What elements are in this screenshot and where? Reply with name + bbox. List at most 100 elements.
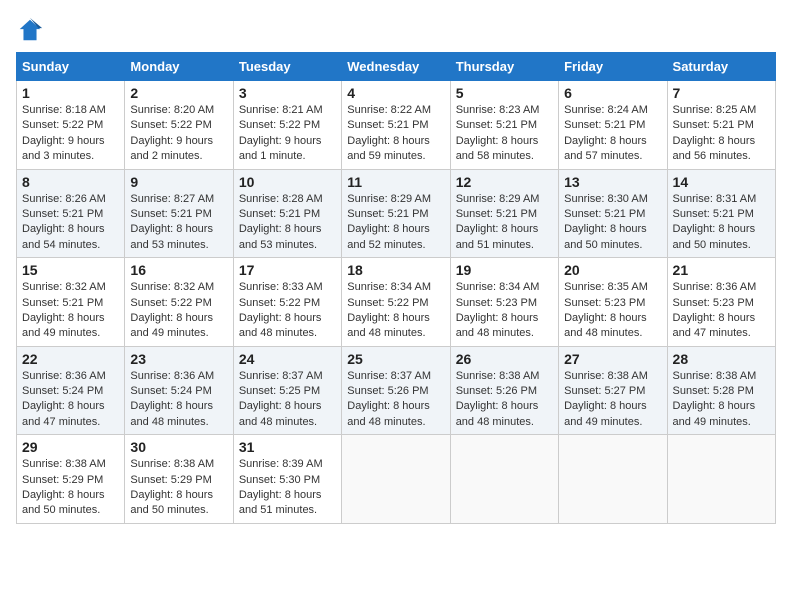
day-number: 20 <box>564 262 661 278</box>
day-number: 28 <box>673 351 770 367</box>
day-number: 21 <box>673 262 770 278</box>
sunset-label: Sunset: 5:23 PM <box>673 297 754 309</box>
day-number: 18 <box>347 262 444 278</box>
sunset-label: Sunset: 5:22 PM <box>347 297 428 309</box>
week-row-4: 22 Sunrise: 8:36 AM Sunset: 5:24 PM Dayl… <box>17 346 776 435</box>
daylight-label: Daylight: 8 hours and 48 minutes. <box>347 400 430 427</box>
day-cell-12: 12 Sunrise: 8:29 AM Sunset: 5:21 PM Dayl… <box>450 169 558 258</box>
daylight-label: Daylight: 8 hours and 53 minutes. <box>130 223 213 250</box>
day-cell-16: 16 Sunrise: 8:32 AM Sunset: 5:22 PM Dayl… <box>125 258 233 347</box>
daylight-label: Daylight: 8 hours and 56 minutes. <box>673 135 756 162</box>
sunset-label: Sunset: 5:30 PM <box>239 474 320 486</box>
page-header <box>16 16 776 44</box>
logo <box>16 16 48 44</box>
sunrise-label: Sunrise: 8:21 AM <box>239 104 323 116</box>
day-number: 23 <box>130 351 227 367</box>
daylight-label: Daylight: 8 hours and 47 minutes. <box>22 400 105 427</box>
sunrise-label: Sunrise: 8:36 AM <box>673 281 757 293</box>
day-cell-17: 17 Sunrise: 8:33 AM Sunset: 5:22 PM Dayl… <box>233 258 341 347</box>
daylight-label: Daylight: 8 hours and 48 minutes. <box>239 312 322 339</box>
sunset-label: Sunset: 5:29 PM <box>130 474 211 486</box>
day-cell-14: 14 Sunrise: 8:31 AM Sunset: 5:21 PM Dayl… <box>667 169 775 258</box>
day-info: Sunrise: 8:37 AM Sunset: 5:26 PM Dayligh… <box>347 369 444 431</box>
sunrise-label: Sunrise: 8:32 AM <box>22 281 106 293</box>
day-cell-1: 1 Sunrise: 8:18 AM Sunset: 5:22 PM Dayli… <box>17 81 125 170</box>
sunrise-label: Sunrise: 8:25 AM <box>673 104 757 116</box>
sunset-label: Sunset: 5:29 PM <box>22 474 103 486</box>
sunset-label: Sunset: 5:22 PM <box>239 119 320 131</box>
day-number: 17 <box>239 262 336 278</box>
day-info: Sunrise: 8:32 AM Sunset: 5:22 PM Dayligh… <box>130 280 227 342</box>
daylight-label: Daylight: 8 hours and 49 minutes. <box>673 400 756 427</box>
day-info: Sunrise: 8:30 AM Sunset: 5:21 PM Dayligh… <box>564 192 661 254</box>
week-row-5: 29 Sunrise: 8:38 AM Sunset: 5:29 PM Dayl… <box>17 435 776 524</box>
daylight-label: Daylight: 8 hours and 48 minutes. <box>347 312 430 339</box>
sunrise-label: Sunrise: 8:20 AM <box>130 104 214 116</box>
sunrise-label: Sunrise: 8:38 AM <box>564 370 648 382</box>
sunset-label: Sunset: 5:21 PM <box>673 208 754 220</box>
sunrise-label: Sunrise: 8:18 AM <box>22 104 106 116</box>
daylight-label: Daylight: 8 hours and 49 minutes. <box>22 312 105 339</box>
sunrise-label: Sunrise: 8:32 AM <box>130 281 214 293</box>
day-number: 31 <box>239 439 336 455</box>
day-cell-3: 3 Sunrise: 8:21 AM Sunset: 5:22 PM Dayli… <box>233 81 341 170</box>
daylight-label: Daylight: 8 hours and 48 minutes. <box>130 400 213 427</box>
sunset-label: Sunset: 5:21 PM <box>673 119 754 131</box>
weekday-header-friday: Friday <box>559 53 667 81</box>
day-number: 15 <box>22 262 119 278</box>
sunrise-label: Sunrise: 8:34 AM <box>456 281 540 293</box>
sunset-label: Sunset: 5:22 PM <box>130 119 211 131</box>
day-info: Sunrise: 8:32 AM Sunset: 5:21 PM Dayligh… <box>22 280 119 342</box>
day-number: 6 <box>564 85 661 101</box>
sunrise-label: Sunrise: 8:34 AM <box>347 281 431 293</box>
daylight-label: Daylight: 8 hours and 52 minutes. <box>347 223 430 250</box>
sunset-label: Sunset: 5:24 PM <box>22 385 103 397</box>
sunset-label: Sunset: 5:21 PM <box>239 208 320 220</box>
day-info: Sunrise: 8:35 AM Sunset: 5:23 PM Dayligh… <box>564 280 661 342</box>
sunset-label: Sunset: 5:22 PM <box>130 297 211 309</box>
day-cell-6: 6 Sunrise: 8:24 AM Sunset: 5:21 PM Dayli… <box>559 81 667 170</box>
daylight-label: Daylight: 8 hours and 50 minutes. <box>564 223 647 250</box>
sunrise-label: Sunrise: 8:36 AM <box>130 370 214 382</box>
sunset-label: Sunset: 5:22 PM <box>22 119 103 131</box>
day-number: 22 <box>22 351 119 367</box>
day-cell-23: 23 Sunrise: 8:36 AM Sunset: 5:24 PM Dayl… <box>125 346 233 435</box>
day-info: Sunrise: 8:26 AM Sunset: 5:21 PM Dayligh… <box>22 192 119 254</box>
daylight-label: Daylight: 8 hours and 51 minutes. <box>239 489 322 516</box>
sunrise-label: Sunrise: 8:27 AM <box>130 193 214 205</box>
sunset-label: Sunset: 5:24 PM <box>130 385 211 397</box>
day-cell-28: 28 Sunrise: 8:38 AM Sunset: 5:28 PM Dayl… <box>667 346 775 435</box>
day-cell-21: 21 Sunrise: 8:36 AM Sunset: 5:23 PM Dayl… <box>667 258 775 347</box>
sunset-label: Sunset: 5:21 PM <box>22 208 103 220</box>
sunrise-label: Sunrise: 8:29 AM <box>456 193 540 205</box>
day-info: Sunrise: 8:27 AM Sunset: 5:21 PM Dayligh… <box>130 192 227 254</box>
sunrise-label: Sunrise: 8:24 AM <box>564 104 648 116</box>
day-info: Sunrise: 8:29 AM Sunset: 5:21 PM Dayligh… <box>347 192 444 254</box>
weekday-header-wednesday: Wednesday <box>342 53 450 81</box>
day-cell-25: 25 Sunrise: 8:37 AM Sunset: 5:26 PM Dayl… <box>342 346 450 435</box>
day-info: Sunrise: 8:20 AM Sunset: 5:22 PM Dayligh… <box>130 103 227 165</box>
weekday-header-saturday: Saturday <box>667 53 775 81</box>
day-info: Sunrise: 8:18 AM Sunset: 5:22 PM Dayligh… <box>22 103 119 165</box>
day-number: 3 <box>239 85 336 101</box>
sunrise-label: Sunrise: 8:39 AM <box>239 458 323 470</box>
daylight-label: Daylight: 8 hours and 48 minutes. <box>239 400 322 427</box>
day-info: Sunrise: 8:38 AM Sunset: 5:27 PM Dayligh… <box>564 369 661 431</box>
day-number: 14 <box>673 174 770 190</box>
day-number: 5 <box>456 85 553 101</box>
daylight-label: Daylight: 8 hours and 50 minutes. <box>673 223 756 250</box>
daylight-label: Daylight: 8 hours and 54 minutes. <box>22 223 105 250</box>
day-info: Sunrise: 8:25 AM Sunset: 5:21 PM Dayligh… <box>673 103 770 165</box>
logo-icon <box>16 16 44 44</box>
day-number: 1 <box>22 85 119 101</box>
day-cell-9: 9 Sunrise: 8:27 AM Sunset: 5:21 PM Dayli… <box>125 169 233 258</box>
day-number: 7 <box>673 85 770 101</box>
day-info: Sunrise: 8:31 AM Sunset: 5:21 PM Dayligh… <box>673 192 770 254</box>
sunset-label: Sunset: 5:27 PM <box>564 385 645 397</box>
day-number: 24 <box>239 351 336 367</box>
day-cell-18: 18 Sunrise: 8:34 AM Sunset: 5:22 PM Dayl… <box>342 258 450 347</box>
sunrise-label: Sunrise: 8:33 AM <box>239 281 323 293</box>
week-row-2: 8 Sunrise: 8:26 AM Sunset: 5:21 PM Dayli… <box>17 169 776 258</box>
daylight-label: Daylight: 9 hours and 1 minute. <box>239 135 322 162</box>
empty-cell <box>450 435 558 524</box>
